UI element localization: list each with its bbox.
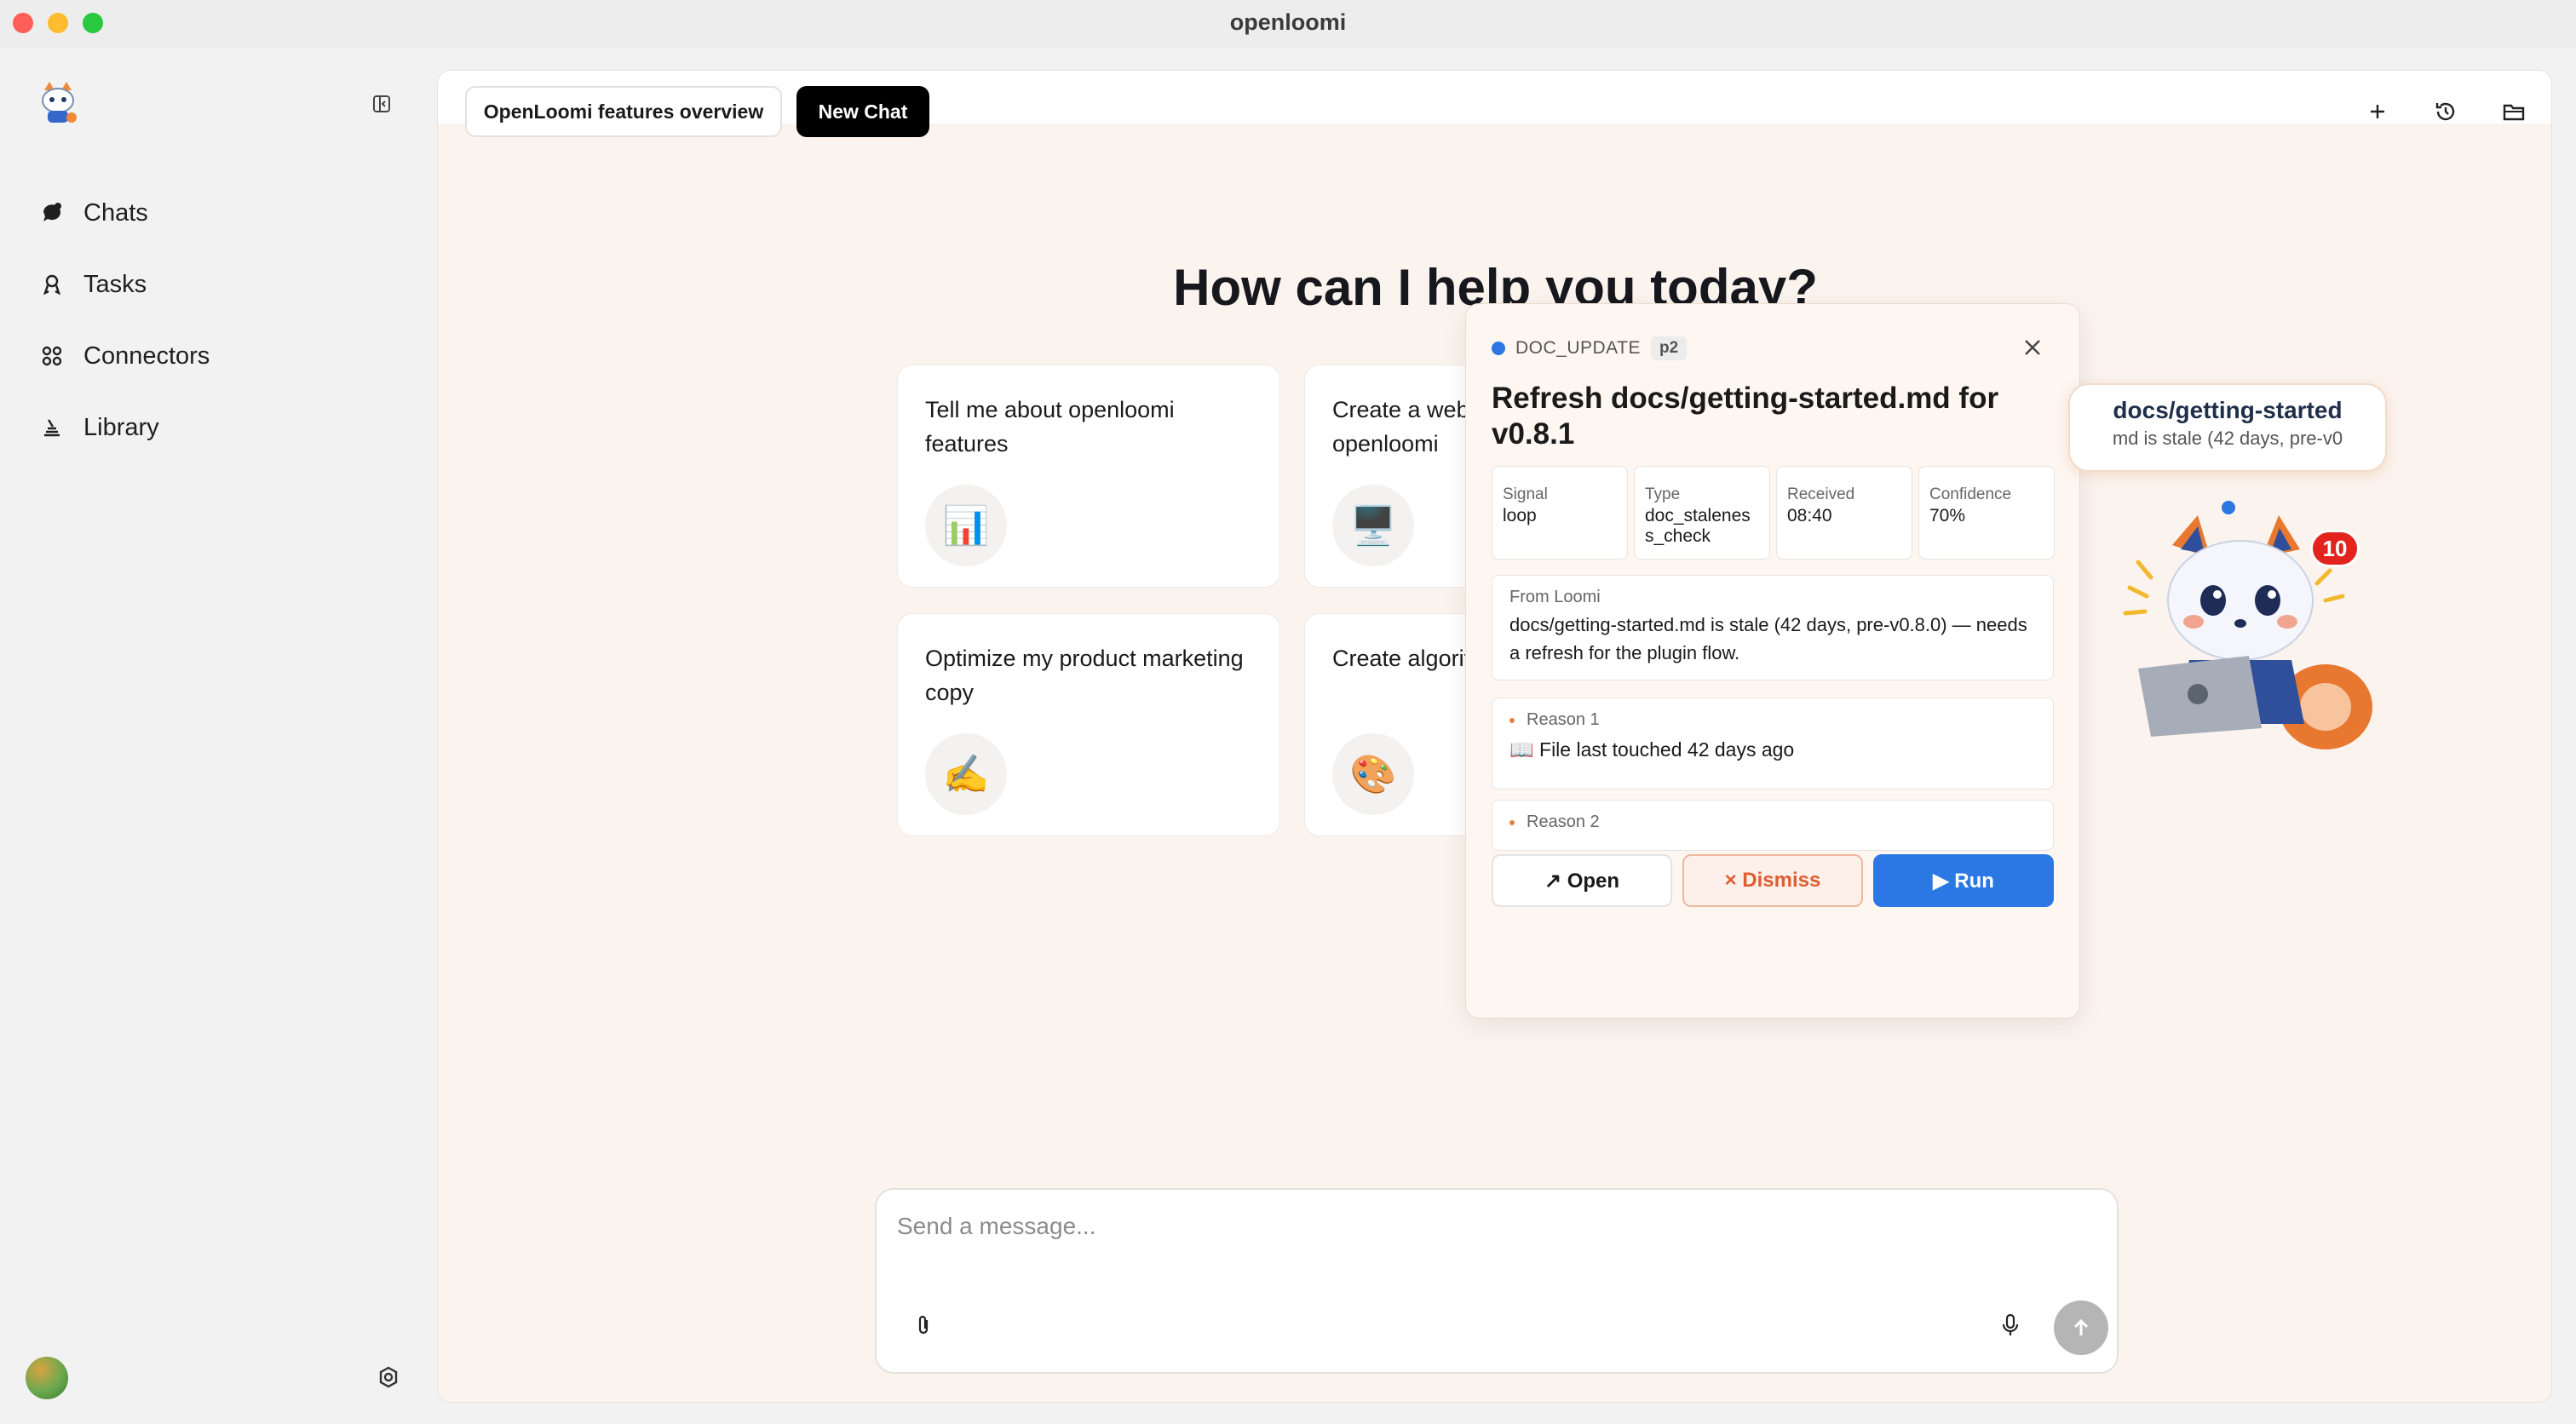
folder-button[interactable] — [2497, 95, 2531, 129]
reason-item: Reason 2 — [1492, 800, 2054, 851]
title-bar: openloomi — [0, 0, 2576, 48]
status-dot-icon — [1492, 342, 1505, 355]
sidebar: Chats Tasks Connectors Library — [0, 48, 436, 1424]
close-icon — [2025, 340, 2040, 355]
chats-icon — [39, 200, 65, 226]
from-label: From Loomi — [1509, 588, 1601, 606]
meta-value: doc_staleness_check — [1645, 506, 1751, 546]
suggestion-card-title: Tell me about openloomi features — [925, 397, 1175, 456]
meta-received: Received 08:40 — [1776, 466, 1912, 560]
message-composer — [875, 1188, 2119, 1374]
sidebar-item-chats[interactable]: Chats — [39, 187, 397, 238]
sidebar-item-tasks[interactable]: Tasks — [39, 259, 397, 310]
microphone-button[interactable] — [1996, 1311, 2025, 1340]
from-loomi-box: From Loomi docs/getting-started.md is st… — [1492, 575, 2054, 680]
reason-item: Reason 1 📖 File last touched 42 days ago — [1492, 698, 2054, 790]
send-button[interactable] — [2054, 1301, 2108, 1355]
writing-hand-icon: ✍️ — [925, 733, 1007, 815]
meta-value: 70% — [1929, 506, 1966, 525]
speech-title: docs/getting-started — [2113, 397, 2343, 423]
mascot-speech-bubble[interactable]: docs/getting-started md is stale (42 day… — [2068, 383, 2387, 472]
meta-confidence: Confidence 70% — [1918, 466, 2055, 560]
window-title: openloomi — [1229, 9, 1347, 35]
new-chat-button[interactable]: New Chat — [796, 86, 929, 137]
plus-icon — [2371, 105, 2384, 118]
dismiss-button[interactable]: × Dismiss — [1682, 854, 1863, 907]
meta-label: Confidence — [1929, 485, 2012, 503]
library-icon — [39, 415, 65, 440]
history-icon — [2435, 102, 2455, 121]
suggestion-card[interactable]: Tell me about openloomi features 📊 — [897, 365, 1280, 588]
suggestion-kind: DOC_UPDATE — [1515, 338, 1641, 358]
computer-icon: 🖥️ — [1332, 485, 1414, 566]
sidebar-toggle-icon — [373, 95, 390, 112]
sidebar-item-label: Connectors — [83, 342, 210, 370]
priority-badge: p2 — [1650, 336, 1688, 360]
run-button[interactable]: ▶ Run — [1873, 854, 2054, 907]
paperclip-icon — [918, 1315, 929, 1335]
add-button[interactable] — [2360, 95, 2395, 129]
bar-chart-icon: 📊 — [925, 485, 1007, 566]
suggestion-card-title: Optimize my product marketing copy — [925, 646, 1244, 705]
reason-text: 📖 File last touched 42 days ago — [1509, 738, 1795, 761]
popup-close-button[interactable] — [2018, 333, 2047, 362]
popup-title: Refresh docs/getting-started.md for v0.8… — [1492, 382, 1999, 451]
folder-icon — [2503, 104, 2525, 121]
bullet-icon — [1509, 717, 1515, 723]
sidebar-item-label: Library — [83, 413, 159, 441]
gear-icon — [379, 1366, 398, 1388]
suggestion-card[interactable]: Optimize my product marketing copy ✍️ — [897, 613, 1280, 836]
palette-icon: 🎨 — [1332, 733, 1414, 815]
bullet-icon — [1509, 819, 1515, 825]
meta-signal: Signal loop — [1492, 466, 1628, 560]
tasks-icon — [39, 272, 65, 297]
popup-header: DOC_UPDATE p2 — [1492, 336, 1688, 360]
settings-button[interactable] — [375, 1364, 402, 1391]
tab-openloomi-features-overview[interactable]: OpenLoomi features overview — [465, 86, 782, 137]
attach-button[interactable] — [909, 1311, 938, 1340]
sidebar-item-connectors[interactable]: Connectors — [39, 330, 397, 382]
microphone-icon — [2002, 1313, 2019, 1335]
meta-value: 08:40 — [1787, 506, 1832, 525]
notification-badge: 10 — [2310, 530, 2360, 567]
from-text: docs/getting-started.md is stale (42 day… — [1509, 614, 2027, 663]
meta-label: Received — [1787, 485, 1855, 503]
open-button[interactable]: ↗ Open — [1492, 854, 1672, 907]
message-input[interactable] — [897, 1205, 2090, 1248]
sidebar-item-label: Chats — [83, 198, 148, 227]
sidebar-item-label: Tasks — [83, 270, 147, 298]
meta-value: loop — [1503, 506, 1537, 525]
reason-label: Reason 1 — [1527, 710, 1600, 729]
sidebar-item-library[interactable]: Library — [39, 402, 397, 453]
arrow-up-icon — [2073, 1318, 2089, 1335]
meta-label: Signal — [1503, 485, 1548, 503]
reason-label: Reason 2 — [1527, 812, 1600, 831]
connectors-icon — [39, 343, 65, 369]
avatar[interactable] — [26, 1357, 68, 1399]
app-logo[interactable] — [37, 80, 78, 126]
history-button[interactable] — [2429, 95, 2463, 129]
meta-label: Type — [1645, 485, 1681, 503]
sidebar-collapse-button[interactable] — [368, 90, 395, 118]
suggestion-popup: DOC_UPDATE p2 Refresh docs/getting-start… — [1465, 303, 2080, 1019]
speech-subtitle: md is stale (42 days, pre-v0 — [2112, 428, 2343, 449]
meta-type: Type doc_staleness_check — [1634, 466, 1770, 560]
